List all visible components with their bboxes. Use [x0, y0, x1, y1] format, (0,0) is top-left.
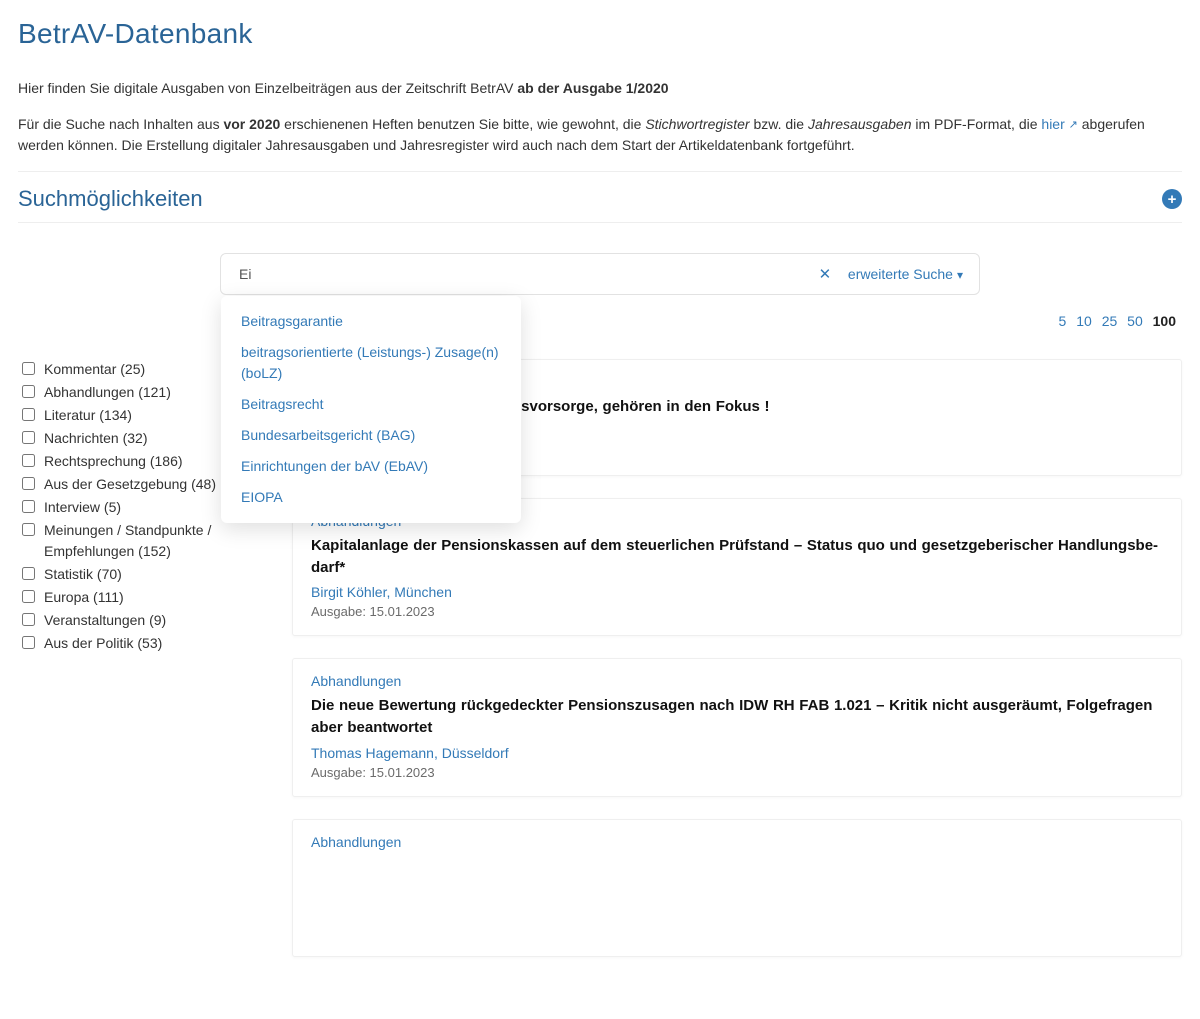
facet-label: Abhand­lungen (121)	[44, 382, 171, 403]
facet-label: Europa (111)	[44, 587, 124, 608]
facet-checkbox[interactable]	[22, 523, 35, 536]
autocomplete-item[interactable]: Beitrags­recht	[221, 389, 521, 420]
intro-text: Für die Suche nach Inhalten aus	[18, 116, 223, 132]
result-author: Thomas Hage­mann, Düssel­dorf	[311, 745, 1163, 761]
advanced-search-toggle[interactable]: erwei­terte Suche ▾	[842, 266, 969, 282]
result-category: Abhand­lungen	[311, 673, 1163, 689]
facet-label: Recht­spre­chung (186)	[44, 451, 183, 472]
intro-bold: vor 2020	[223, 116, 280, 132]
facet-checkbox[interactable]	[22, 431, 35, 444]
facet-checkbox[interactable]	[22, 636, 35, 649]
page-size-option[interactable]: 10	[1076, 313, 1092, 329]
intro-text: erschie­nenen Heften be­nutzen Sie bitte…	[280, 116, 645, 132]
facet-checkbox[interactable]	[22, 613, 35, 626]
autocomplete-item[interactable]: Einrich­tungen der bAV (EbAV)	[221, 451, 521, 482]
result-title: Kapi­tal­an­lage der Pensi­ons­kassen au…	[311, 535, 1163, 579]
facet-checkbox[interactable]	[22, 362, 35, 375]
result-issue: Ausgabe: 15.01.2023	[311, 604, 1163, 619]
autocomplete-item[interactable]: Bundes­ar­beits­ge­richt (BAG)	[221, 420, 521, 451]
facet-label: Kommentar (25)	[44, 359, 145, 380]
page-size-option[interactable]: 25	[1102, 313, 1118, 329]
facet-label: Aus der Politik (53)	[44, 633, 162, 654]
facet-checkbox[interactable]	[22, 500, 35, 513]
divider	[18, 222, 1182, 223]
facet-checkbox[interactable]	[22, 590, 35, 603]
intro-block: Hier finden Sie digi­tale Aus­gaben von …	[18, 78, 1182, 157]
advanced-search-label: erwei­terte Suche	[848, 266, 953, 282]
page-size-option[interactable]: 5	[1059, 313, 1067, 329]
facet-checkbox[interactable]	[22, 567, 35, 580]
facet-checkbox[interactable]	[22, 477, 35, 490]
result-author: Birgit Köhler, Mün­chen	[311, 584, 1163, 600]
result-card[interactable]: Abhand­lungen Die neue Bewer­tung rück­g…	[292, 658, 1182, 797]
external-link-icon: ↗	[1069, 117, 1078, 134]
autocomplete-item[interactable]: EIOPA	[221, 482, 521, 513]
facet-statistik[interactable]: Statistik (70)	[18, 564, 268, 585]
clear-search-button[interactable]: ✕	[814, 263, 836, 285]
facet-label: Meinungen / Stand­punkte / Empfeh­lun­ge…	[44, 520, 268, 562]
facet-label: Lite­ratur (134)	[44, 405, 132, 426]
intro-text: Hier finden Sie digi­tale Aus­gaben von …	[18, 80, 517, 96]
intro-italic: Stich­wort­re­gister	[645, 116, 749, 132]
autocomplete-item[interactable]: beitrags­ori­en­tierte (Leis­tungs-) Zus…	[221, 337, 521, 389]
facet-label: Aus der Gesetz­ge­bung (48)	[44, 474, 216, 495]
result-title: Die neue Bewer­tung rück­ge­deckter Pens…	[311, 695, 1163, 739]
intro-text: bzw. die	[750, 116, 808, 132]
facet-label: Nach­richten (32)	[44, 428, 148, 449]
facet-checkbox[interactable]	[22, 454, 35, 467]
autocomplete-item[interactable]: Beitrags­ga­rantie	[221, 306, 521, 337]
facet-label: Veran­stal­tungen (9)	[44, 610, 166, 631]
facet-meinungen[interactable]: Meinungen / Stand­punkte / Empfeh­lun­ge…	[18, 520, 268, 562]
intro-bold: ab der Aus­gabe 1/2020	[517, 80, 668, 96]
page-title: BetrAV-Daten­bank	[18, 18, 1182, 50]
page-size-option[interactable]: 50	[1127, 313, 1143, 329]
intro-line-1: Hier finden Sie digi­tale Aus­gaben von …	[18, 78, 1182, 100]
result-issue: Ausgabe: 15.01.2023	[311, 765, 1163, 780]
intro-line-2: Für die Suche nach Inhalten aus vor 2020…	[18, 114, 1182, 157]
intro-text: im PDF-For­mat, die	[912, 116, 1042, 132]
facet-label: Inter­view (5)	[44, 497, 121, 518]
intro-italic: Jahres­aus­gaben	[808, 116, 912, 132]
intro-pdf-link[interactable]: hier ↗	[1041, 116, 1077, 132]
facet-label: Statistik (70)	[44, 564, 122, 585]
facet-checkbox[interactable]	[22, 385, 35, 398]
divider	[18, 171, 1182, 172]
facet-politik[interactable]: Aus der Politik (53)	[18, 633, 268, 654]
facet-checkbox[interactable]	[22, 408, 35, 421]
facet-veranstaltungen[interactable]: Veran­stal­tungen (9)	[18, 610, 268, 631]
result-card[interactable]: Abhand­lungen	[292, 819, 1182, 957]
page-size-option-active[interactable]: 100	[1153, 313, 1176, 329]
facet-europa[interactable]: Europa (111)	[18, 587, 268, 608]
search-options-header: Such­mög­lich­keiten +	[18, 186, 1182, 212]
search-box: ✕ erwei­terte Suche ▾ Beitrags­ga­rantie…	[220, 253, 980, 295]
plus-icon: +	[1168, 192, 1177, 207]
result-category: Abhand­lungen	[311, 834, 1163, 850]
link-text: hier	[1041, 116, 1064, 132]
search-input[interactable]	[237, 254, 814, 294]
chevron-down-icon: ▾	[957, 268, 963, 282]
search-autocomplete: Beitrags­ga­rantie beitrags­ori­en­tiert…	[221, 296, 521, 523]
close-icon: ✕	[819, 265, 832, 283]
search-options-title: Such­mög­lich­keiten	[18, 186, 203, 212]
expand-search-options-button[interactable]: +	[1162, 189, 1182, 209]
